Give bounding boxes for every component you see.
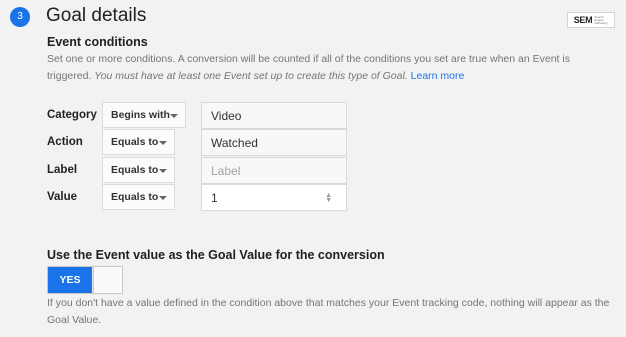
toggle-knob[interactable]	[93, 267, 122, 293]
value-number-input[interactable]: 1 ▲ ▼	[201, 184, 347, 211]
description-requirement: You must have at least one Event set up …	[94, 70, 408, 82]
value-operator-select[interactable]: Equals to	[102, 184, 175, 210]
goal-value-heading: Use the Event value as the Goal Value fo…	[47, 248, 385, 262]
goal-value-toggle[interactable]: YES	[47, 266, 123, 294]
number-spinner-icon[interactable]: ▲ ▼	[325, 192, 332, 204]
condition-label-action: Action	[47, 136, 83, 148]
event-conditions-description: Set one or more conditions. A conversion…	[47, 51, 607, 85]
condition-label-category: Category	[47, 109, 97, 121]
brand-logo-text: SEM	[573, 15, 593, 25]
action-value-input[interactable]: Watched	[201, 129, 347, 156]
action-operator-select[interactable]: Equals to	[102, 129, 175, 155]
category-operator-value: Begins with	[111, 109, 170, 121]
toggle-yes-label: YES	[48, 267, 92, 293]
category-operator-select[interactable]: Begins with	[102, 102, 186, 128]
learn-more-link[interactable]: Learn more	[411, 70, 465, 82]
value-operator-value: Equals to	[111, 191, 159, 203]
step-number-badge: 3	[10, 7, 30, 27]
chevron-down-icon	[159, 196, 167, 200]
event-conditions-heading: Event conditions	[47, 35, 148, 49]
page-title: Goal details	[46, 5, 147, 26]
goal-value-note: If you don't have a value defined in the…	[47, 297, 610, 326]
condition-label-value: Value	[47, 191, 78, 203]
label-value-input[interactable]: Label	[201, 157, 347, 184]
action-operator-value: Equals to	[111, 136, 159, 148]
chevron-down-icon	[159, 169, 167, 173]
brand-logo: SEM Search Engine Marketing	[567, 12, 615, 28]
chevron-down-icon	[159, 141, 167, 145]
label-operator-value: Equals to	[111, 164, 159, 176]
chevron-down-icon	[170, 114, 178, 118]
category-value-input[interactable]: Video	[201, 102, 347, 129]
condition-label-label: Label	[47, 164, 78, 176]
value-number-text: 1	[211, 190, 218, 205]
brand-logo-tagline: Search Engine Marketing	[594, 14, 608, 25]
label-operator-select[interactable]: Equals to	[102, 157, 175, 183]
